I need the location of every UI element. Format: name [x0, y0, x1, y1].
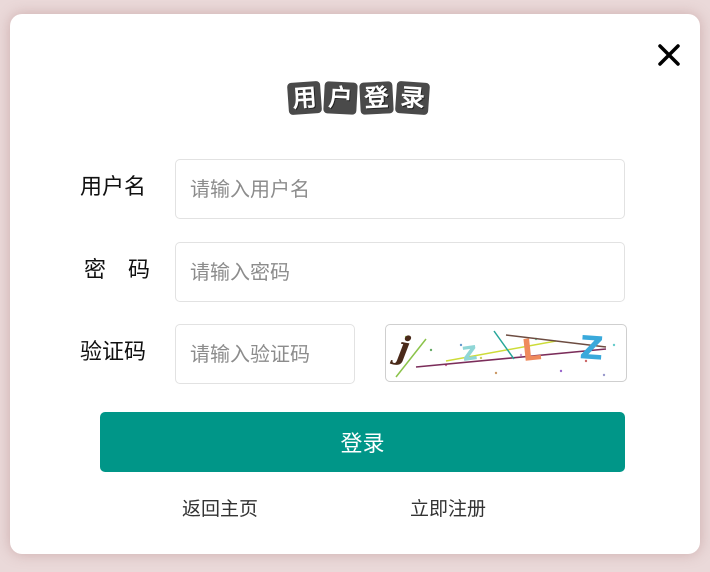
- captcha-char: L: [520, 332, 543, 369]
- title-char: 登: [359, 81, 394, 115]
- captcha-input[interactable]: [175, 324, 355, 384]
- close-icon[interactable]: [655, 41, 683, 69]
- password-input[interactable]: [175, 242, 625, 302]
- captcha-char: Z: [578, 328, 605, 368]
- title-char: 户: [323, 81, 358, 115]
- register-link[interactable]: 立即注册: [410, 496, 486, 522]
- captcha-label: 验证码: [80, 340, 147, 365]
- title-char: 录: [394, 80, 431, 116]
- login-button[interactable]: 登录: [100, 412, 625, 472]
- username-label: 用户名: [80, 175, 147, 200]
- title-char: 用: [286, 80, 323, 116]
- password-label: 密 码: [84, 258, 151, 283]
- login-dialog: 用 户 登 录 用户名 密 码 验证码 j z: [10, 14, 700, 554]
- home-link[interactable]: 返回主页: [182, 496, 258, 522]
- dialog-title: 用 户 登 录: [286, 78, 438, 118]
- username-input[interactable]: [175, 159, 625, 219]
- captcha-image[interactable]: j z L Z: [385, 324, 627, 382]
